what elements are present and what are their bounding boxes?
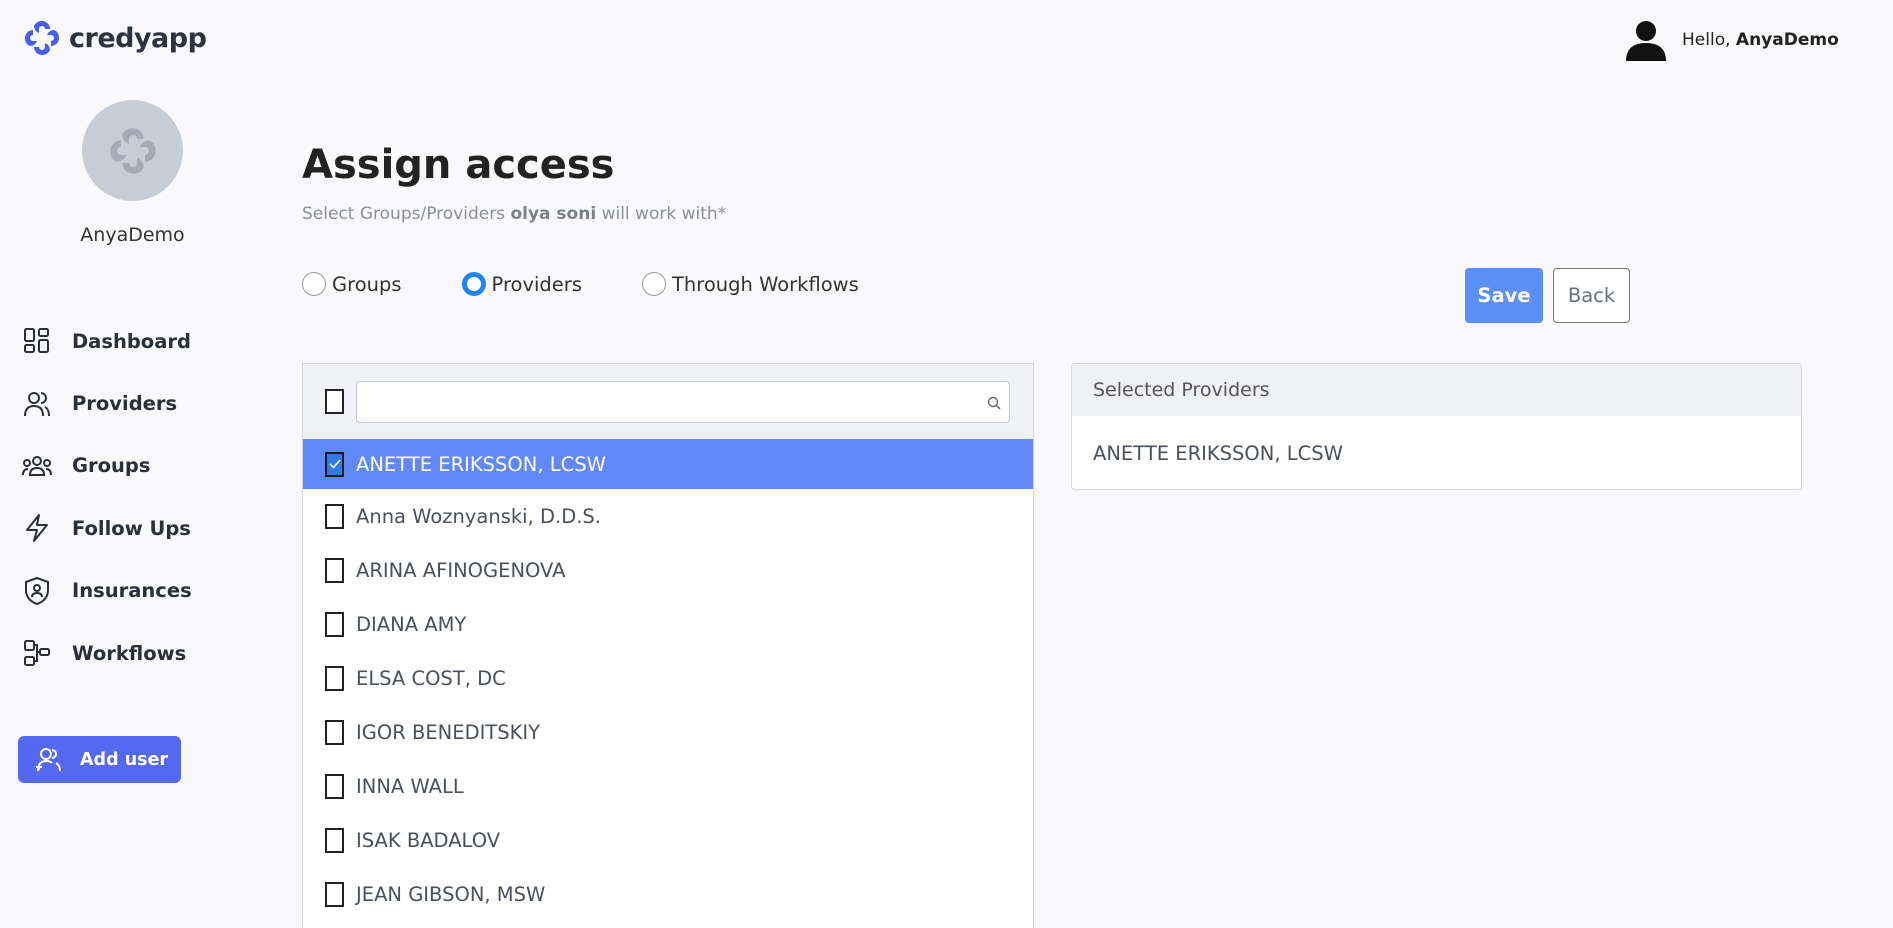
list-item[interactable]: JEAN GIBSON, MSW xyxy=(303,867,1033,921)
list-item-label: ARINA AFINOGENOVA xyxy=(356,558,566,582)
item-checkbox[interactable] xyxy=(325,665,344,691)
subtitle-user-name: olya soni xyxy=(510,204,597,224)
checkmark-icon xyxy=(328,459,341,469)
item-checkbox[interactable] xyxy=(325,557,344,583)
item-checkbox[interactable] xyxy=(325,503,344,529)
workflows-icon xyxy=(22,638,52,668)
item-checkbox[interactable] xyxy=(325,773,344,799)
list-item[interactable]: IGOR BENEDITSKIY xyxy=(303,705,1033,759)
lightning-icon xyxy=(22,513,52,543)
selected-providers-panel: Selected Providers ANETTE ERIKSSON, LCSW xyxy=(1071,363,1802,490)
list-item-label: IGOR BENEDITSKIY xyxy=(356,720,541,744)
sidebar-item-label: Insurances xyxy=(72,579,192,603)
item-checkbox-checked[interactable] xyxy=(325,451,344,477)
add-user-label: Add user xyxy=(80,749,169,770)
list-item-label: ELSA COST, DC xyxy=(356,666,506,690)
save-button[interactable]: Save xyxy=(1465,268,1543,323)
search-input[interactable] xyxy=(357,381,1009,422)
selected-provider-item: ANETTE ERIKSSON, LCSW xyxy=(1093,441,1343,465)
list-item-label: JEAN GIBSON, MSW xyxy=(356,882,546,906)
user-avatar-icon xyxy=(1626,21,1666,61)
page-title: Assign access xyxy=(302,142,615,188)
item-checkbox[interactable] xyxy=(325,719,344,745)
add-user-icon xyxy=(34,747,62,773)
sidebar-item-label: Follow Ups xyxy=(72,516,191,540)
profile-avatar[interactable] xyxy=(82,100,183,201)
sidebar-item-label: Providers xyxy=(72,392,178,416)
sidebar-item-dashboard[interactable]: Dashboard xyxy=(22,310,192,372)
sidebar-item-follow-ups[interactable]: Follow Ups xyxy=(22,497,192,559)
search-field[interactable] xyxy=(356,380,1010,423)
list-header xyxy=(303,364,1033,439)
back-button[interactable]: Back xyxy=(1553,268,1630,323)
sidebar-item-insurances[interactable]: Insurances xyxy=(22,560,192,622)
list-item[interactable]: ELSA COST, DC xyxy=(303,651,1033,705)
list-item[interactable]: Anna Woznyanski, D.D.S. xyxy=(303,489,1033,543)
select-all-checkbox[interactable] xyxy=(325,389,344,414)
list-item-label: ISAK BADALOV xyxy=(356,828,501,852)
user-menu[interactable]: Hello, AnyaDemo xyxy=(1624,19,1839,61)
providers-icon xyxy=(22,389,52,419)
app-name: credyapp xyxy=(69,22,207,54)
page-subtitle: Select Groups/Providers olya soni will w… xyxy=(302,204,727,224)
list-item[interactable]: ISAK BADALOV xyxy=(303,813,1033,867)
shield-icon xyxy=(22,576,52,606)
logo-icon xyxy=(24,20,60,56)
greeting-user-name: AnyaDemo xyxy=(1735,30,1839,50)
radio-label: Providers xyxy=(491,272,582,296)
radio-label: Groups xyxy=(332,272,402,296)
radio-button[interactable] xyxy=(641,272,666,296)
sidebar-item-label: Workflows xyxy=(72,641,187,665)
list-item-label: INNA WALL xyxy=(356,774,464,798)
list-item-label: DIANA AMY xyxy=(356,612,467,636)
radio-button[interactable] xyxy=(302,272,326,296)
radio-label: Through Workflows xyxy=(671,272,859,296)
list-item-label: ANETTE ERIKSSON, LCSW xyxy=(356,452,606,476)
sidebar-item-workflows[interactable]: Workflows xyxy=(22,622,192,684)
dashboard-icon xyxy=(22,326,52,356)
selected-panel-title: Selected Providers xyxy=(1072,364,1801,416)
providers-list-panel: ANETTE ERIKSSON, LCSW Anna Woznyanski, D… xyxy=(302,363,1034,928)
add-user-button[interactable]: Add user xyxy=(18,736,181,783)
avatar-logo-icon xyxy=(109,127,156,174)
list-item[interactable]: ARINA AFINOGENOVA xyxy=(303,543,1033,597)
sidebar-item-providers[interactable]: Providers xyxy=(22,372,192,434)
sidebar-item-groups[interactable]: Groups xyxy=(22,435,192,497)
sidebar-username: AnyaDemo xyxy=(80,224,185,246)
radio-providers[interactable]: Providers xyxy=(461,272,582,296)
radio-button-checked[interactable] xyxy=(461,272,486,296)
greeting: Hello, AnyaDemo xyxy=(1682,30,1839,50)
radio-groups[interactable]: Groups xyxy=(302,272,402,296)
list-item[interactable]: ANETTE ERIKSSON, LCSW xyxy=(303,439,1033,489)
item-checkbox[interactable] xyxy=(325,611,344,637)
assign-type-radio-group: Groups Providers Through Workflows xyxy=(302,272,919,296)
app-logo[interactable]: credyapp xyxy=(21,17,207,59)
list-item[interactable]: INNA WALL xyxy=(303,759,1033,813)
item-checkbox[interactable] xyxy=(325,827,344,853)
groups-icon xyxy=(22,451,52,481)
sidebar-item-label: Groups xyxy=(72,454,151,478)
item-checkbox[interactable] xyxy=(325,881,344,907)
sidebar-item-label: Dashboard xyxy=(72,329,191,353)
radio-through-workflows[interactable]: Through Workflows xyxy=(641,272,859,296)
search-icon xyxy=(987,395,1001,414)
list-item[interactable]: DIANA AMY xyxy=(303,597,1033,651)
sidebar-nav: Dashboard Providers Groups Follow Ups In… xyxy=(22,310,192,684)
list-item-label: Anna Woznyanski, D.D.S. xyxy=(356,504,601,528)
